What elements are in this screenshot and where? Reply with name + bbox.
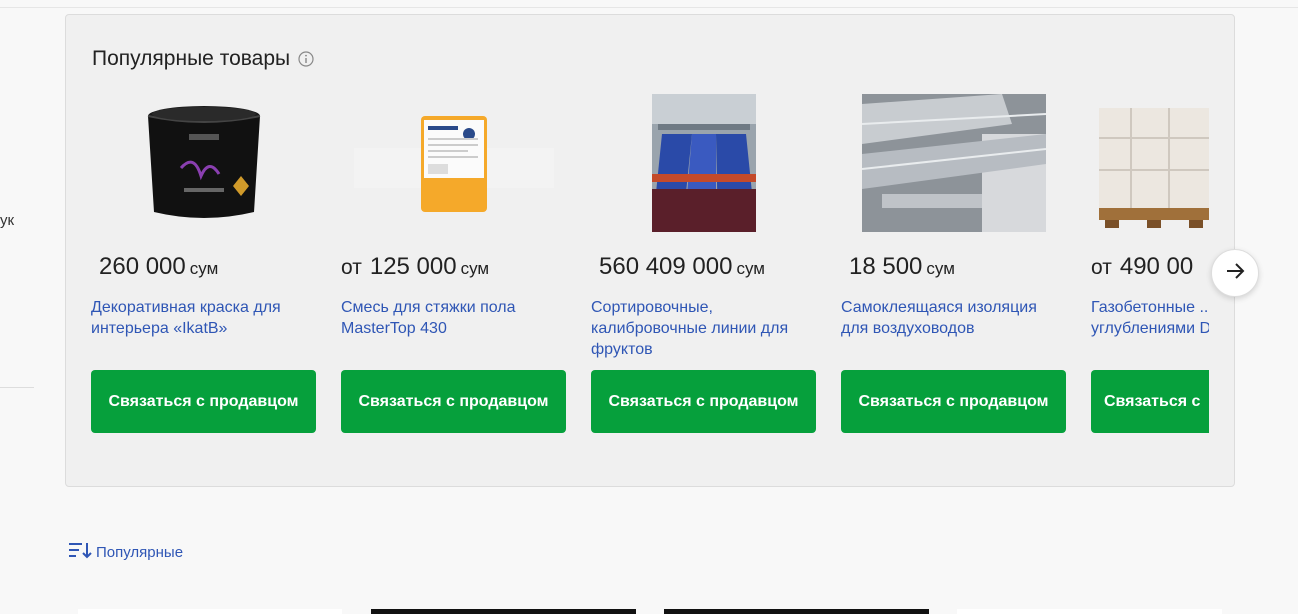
price-currency: сум (460, 259, 490, 278)
product-image[interactable] (91, 93, 317, 233)
product-card[interactable]: 560 409 000 сум Сортировочные, калибровоч… (591, 93, 817, 453)
product-card[interactable]: от 490 00 Газобетонные ... углублениями D… (1091, 93, 1209, 453)
product-card[interactable]: 18 500 сум Самоклеящаяся изоляция для воз… (841, 93, 1067, 453)
contact-seller-button[interactable]: Связаться с продавцом (91, 370, 316, 433)
arrow-right-icon (1224, 260, 1246, 287)
product-name-link[interactable]: Газобетонные ... углублениями D500 (1091, 297, 1209, 339)
product-image[interactable] (841, 93, 1067, 233)
product-price: от 125 000 сум (341, 253, 489, 281)
carousel-next-button[interactable] (1211, 249, 1259, 297)
product-price: 260 000 сум (91, 253, 218, 281)
price-value: 125 000 (369, 253, 457, 280)
contact-seller-button[interactable]: Связаться с (1091, 370, 1209, 433)
listing-card-preview (664, 609, 929, 614)
product-name-link[interactable]: Смесь для стяжки пола MasterTop 430 (341, 297, 567, 339)
price-currency: сум (189, 259, 219, 278)
product-name-link[interactable]: Сортировочные, калибровочные линии для ф… (591, 297, 817, 360)
product-card[interactable]: 260 000 сум Декоративная краска для интер… (91, 93, 317, 453)
sort-label: Популярные (96, 543, 184, 561)
panel-title-row: Популярные товары (92, 47, 314, 71)
product-image[interactable] (341, 93, 567, 233)
listing-card-preview (78, 609, 342, 614)
popular-products-panel: Популярные товары 260 000 сум Декоративн… (65, 14, 1235, 487)
product-image[interactable] (591, 93, 817, 233)
panel-title: Популярные товары (92, 47, 291, 70)
price-prefix: от (341, 256, 362, 279)
sort-dropdown[interactable]: Популярные (68, 540, 183, 564)
product-name-link[interactable]: Декоративная краска для интерьера «IkatB… (91, 297, 317, 339)
product-price: 560 409 000 сум (591, 253, 765, 281)
price-currency: сум (736, 259, 765, 278)
price-value: 560 409 000 (599, 253, 733, 280)
product-name-link[interactable]: Самоклеящаяся изоляция для воздуховодов (841, 297, 1067, 339)
sidebar-text-fragment: ук (0, 212, 15, 229)
top-divider (0, 7, 1298, 8)
sort-icon (68, 540, 92, 564)
price-value: 18 500 (849, 253, 923, 280)
contact-seller-button[interactable]: Связаться с продавцом (841, 370, 1066, 433)
listing-card-preview (957, 609, 1222, 614)
price-prefix: от (1091, 256, 1112, 279)
price-value: 490 00 (1119, 253, 1194, 280)
product-image[interactable] (1091, 93, 1209, 233)
price-value: 260 000 (99, 253, 186, 280)
product-card[interactable]: от 125 000 сум Смесь для стяжки пола Maste… (341, 93, 567, 453)
contact-seller-button[interactable]: Связаться с продавцом (591, 370, 816, 433)
products-carousel: 260 000 сум Декоративная краска для интер… (91, 93, 1209, 453)
listing-card-preview (371, 609, 636, 614)
product-price: от 490 00 (1091, 253, 1197, 281)
price-currency: сум (926, 259, 955, 278)
contact-seller-button[interactable]: Связаться с продавцом (341, 370, 566, 433)
sidebar-divider (0, 387, 34, 388)
info-circle-icon[interactable] (298, 51, 314, 67)
product-price: 18 500 сум (841, 253, 955, 281)
